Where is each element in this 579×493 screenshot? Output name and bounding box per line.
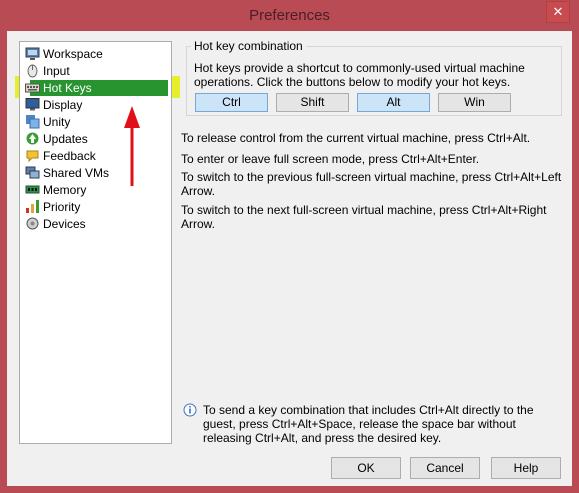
preferences-sidebar: Workspace Input Hot Keys Display Unity U… bbox=[19, 41, 172, 444]
sidebar-item-label: Priority bbox=[43, 200, 81, 214]
ok-button[interactable]: OK bbox=[331, 457, 401, 479]
close-button[interactable]: ✕ bbox=[546, 1, 570, 23]
group-title: Hot key combination bbox=[191, 39, 306, 53]
sidebar-item-label: Unity bbox=[43, 115, 71, 129]
sidebar-item-devices[interactable]: Devices bbox=[25, 216, 165, 232]
feedback-icon bbox=[26, 150, 39, 163]
sidebar-item-label: Memory bbox=[43, 183, 87, 197]
shift-key-toggle[interactable]: Shift bbox=[276, 93, 349, 112]
info-full-screen: To enter or leave full screen mode, pres… bbox=[181, 152, 480, 166]
dialog-client-area: Workspace Input Hot Keys Display Unity U… bbox=[7, 31, 572, 486]
window-title: Preferences bbox=[249, 7, 330, 24]
sidebar-item-priority[interactable]: Priority bbox=[25, 199, 165, 215]
hot-keys-icon bbox=[25, 83, 40, 93]
close-icon: ✕ bbox=[552, 4, 564, 19]
input-icon bbox=[27, 64, 38, 78]
priority-icon bbox=[26, 200, 39, 213]
sidebar-item-label: Display bbox=[43, 98, 83, 112]
cancel-button[interactable]: Cancel bbox=[410, 457, 480, 479]
info-release-control: To release control from the current virt… bbox=[181, 131, 531, 145]
sidebar-item-workspace[interactable]: Workspace bbox=[25, 46, 165, 62]
sidebar-item-label: Feedback bbox=[43, 149, 96, 163]
sidebar-item-label: Hot Keys bbox=[43, 81, 92, 95]
sidebar-item-label: Updates bbox=[43, 132, 88, 146]
unity-icon bbox=[26, 115, 40, 129]
win-key-toggle[interactable]: Win bbox=[438, 93, 511, 112]
sidebar-item-feedback[interactable]: Feedback bbox=[25, 148, 165, 164]
workspace-icon bbox=[25, 47, 40, 60]
title-bar[interactable]: Preferences ✕ bbox=[0, 0, 579, 31]
hot-keys-description: Hot keys provide a shortcut to commonly-… bbox=[194, 61, 525, 89]
display-icon bbox=[25, 98, 40, 111]
sidebar-item-unity[interactable]: Unity bbox=[25, 114, 165, 130]
devices-icon bbox=[26, 217, 39, 230]
sidebar-item-hot-keys[interactable]: Hot Keys bbox=[25, 80, 165, 96]
sidebar-item-display[interactable]: Display bbox=[25, 97, 165, 113]
sidebar-item-memory[interactable]: Memory bbox=[25, 182, 165, 198]
memory-icon bbox=[25, 185, 40, 194]
shared-vms-icon bbox=[25, 166, 40, 179]
sidebar-item-input[interactable]: Input bbox=[25, 63, 165, 79]
info-icon bbox=[183, 403, 197, 417]
sidebar-item-label: Workspace bbox=[43, 47, 103, 61]
updates-icon bbox=[26, 132, 39, 145]
alt-key-toggle[interactable]: Alt bbox=[357, 93, 430, 112]
help-button[interactable]: Help bbox=[491, 457, 561, 479]
sidebar-item-label: Devices bbox=[43, 217, 86, 231]
sidebar-item-shared-vms[interactable]: Shared VMs bbox=[25, 165, 165, 181]
preferences-window: Preferences ✕ Workspace Input Hot Keys D… bbox=[0, 0, 579, 493]
send-key-tip: To send a key combination that includes … bbox=[203, 403, 534, 445]
ctrl-key-toggle[interactable]: Ctrl bbox=[195, 93, 268, 112]
sidebar-item-label: Input bbox=[43, 64, 70, 78]
info-previous-vm: To switch to the previous full-screen vi… bbox=[181, 170, 562, 198]
info-next-vm: To switch to the next full-screen virtua… bbox=[181, 203, 547, 231]
sidebar-item-label: Shared VMs bbox=[43, 166, 110, 180]
sidebar-item-updates[interactable]: Updates bbox=[25, 131, 165, 147]
